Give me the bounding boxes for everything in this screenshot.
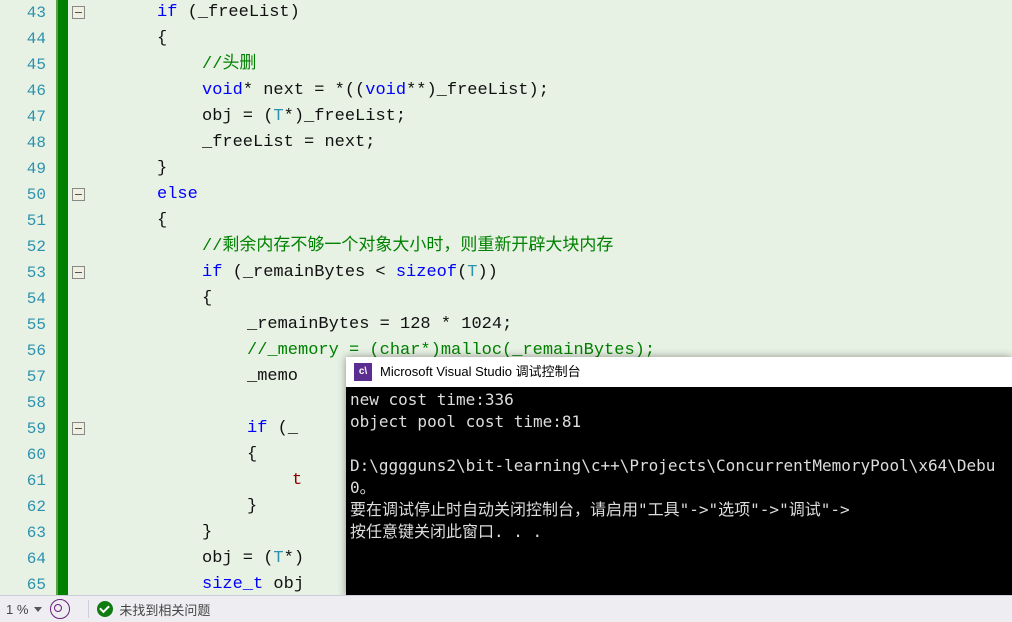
code-line[interactable]: //头删 [92, 52, 1012, 78]
code-line[interactable]: if (_remainBytes < sizeof(T)) [92, 260, 1012, 286]
code-line[interactable]: { [92, 286, 1012, 312]
fold-toggle-icon[interactable] [72, 422, 85, 435]
zoom-level[interactable]: 1 % [0, 602, 34, 617]
fold-toggle-icon[interactable] [72, 266, 85, 279]
line-number: 44 [0, 26, 56, 52]
line-number: 47 [0, 104, 56, 130]
code-lens-icon[interactable] [50, 599, 70, 619]
change-indicator-bar [58, 0, 68, 595]
code-line[interactable]: _freeList = next; [92, 130, 1012, 156]
line-number: 55 [0, 312, 56, 338]
line-number: 59 [0, 416, 56, 442]
check-icon [97, 601, 113, 617]
line-number: 45 [0, 52, 56, 78]
fold-toggle-icon[interactable] [72, 6, 85, 19]
line-number: 52 [0, 234, 56, 260]
chevron-down-icon[interactable] [34, 607, 42, 612]
vs-icon: c\ [354, 363, 372, 381]
code-line[interactable]: _remainBytes = 128 * 1024; [92, 312, 1012, 338]
line-number: 51 [0, 208, 56, 234]
code-editor[interactable]: 4344454647484950515253545556575859606162… [0, 0, 1012, 595]
line-number: 61 [0, 468, 56, 494]
line-number: 46 [0, 78, 56, 104]
line-number: 57 [0, 364, 56, 390]
line-number-gutter: 4344454647484950515253545556575859606162… [0, 0, 58, 595]
line-number: 53 [0, 260, 56, 286]
line-number: 43 [0, 0, 56, 26]
line-number: 54 [0, 286, 56, 312]
issues-status-text[interactable]: 未找到相关问题 [119, 600, 210, 619]
fold-toggle-icon[interactable] [72, 188, 85, 201]
line-number: 48 [0, 130, 56, 156]
console-title-text: Microsoft Visual Studio 调试控制台 [380, 359, 581, 385]
code-line[interactable]: obj = (T*)_freeList; [92, 104, 1012, 130]
code-line[interactable]: { [92, 208, 1012, 234]
line-number: 60 [0, 442, 56, 468]
divider [88, 600, 89, 618]
line-number: 64 [0, 546, 56, 572]
line-number: 63 [0, 520, 56, 546]
fold-column[interactable] [68, 0, 92, 595]
line-number: 50 [0, 182, 56, 208]
code-line[interactable]: //剩余内存不够一个对象大小时，则重新开辟大块内存 [92, 234, 1012, 260]
code-line[interactable]: } [92, 156, 1012, 182]
console-titlebar[interactable]: c\ Microsoft Visual Studio 调试控制台 [346, 357, 1012, 387]
code-line[interactable]: else [92, 182, 1012, 208]
line-number: 56 [0, 338, 56, 364]
line-number: 58 [0, 390, 56, 416]
code-line[interactable]: if (_freeList) [92, 0, 1012, 26]
debug-console-window[interactable]: c\ Microsoft Visual Studio 调试控制台 new cos… [346, 357, 1012, 597]
status-bar: 1 % 未找到相关问题 [0, 595, 1012, 622]
code-line[interactable]: void* next = *((void**)_freeList); [92, 78, 1012, 104]
line-number: 49 [0, 156, 56, 182]
line-number: 62 [0, 494, 56, 520]
console-output[interactable]: new cost time:336 object pool cost time:… [346, 387, 1012, 597]
code-line[interactable]: { [92, 26, 1012, 52]
